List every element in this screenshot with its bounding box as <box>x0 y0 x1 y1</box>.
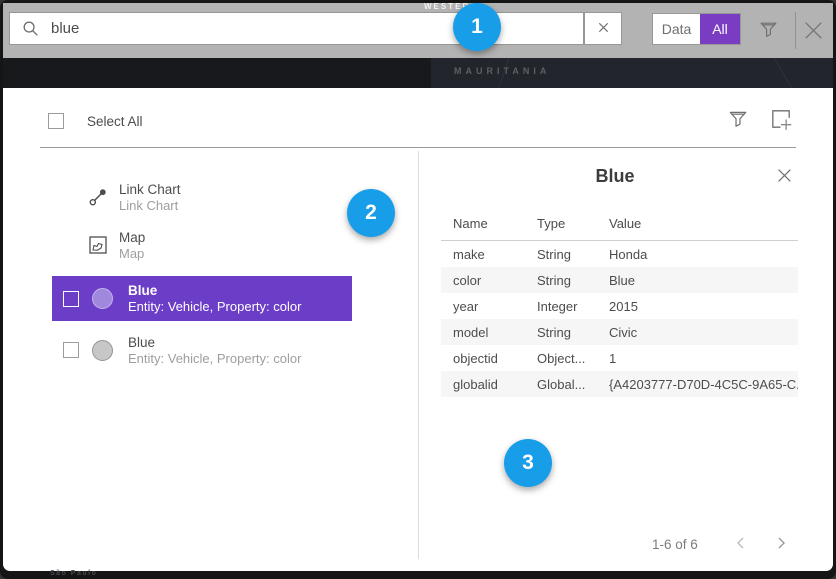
result-row-blue-selected[interactable]: Blue Entity: Vehicle, Property: color <box>52 276 352 321</box>
app-window: WESTER Data All <box>0 0 836 579</box>
cell-type: Global... <box>537 377 609 392</box>
search-toolbar: WESTER Data All <box>3 3 833 58</box>
table-row: color String Blue <box>441 267 798 293</box>
search-filter-button[interactable] <box>756 19 780 43</box>
table-row: model String Civic <box>441 319 798 345</box>
cell-type: String <box>537 273 609 288</box>
map-icon <box>88 236 108 254</box>
column-header-value: Value <box>609 216 798 231</box>
cell-name: color <box>453 273 537 288</box>
pagination-previous-button[interactable] <box>734 536 748 552</box>
clear-x-icon <box>597 21 610 37</box>
cell-value: 2015 <box>609 299 798 314</box>
entity-circle-icon <box>92 288 113 309</box>
details-title: Blue <box>433 166 797 187</box>
result-row-map[interactable]: Map Map <box>88 226 145 264</box>
chevron-left-icon <box>735 536 746 553</box>
cell-type: String <box>537 325 609 340</box>
cell-name: make <box>453 247 537 262</box>
result-text: Blue Entity: Vehicle, Property: color <box>128 282 301 315</box>
cell-name: objectid <box>453 351 537 366</box>
cell-name: model <box>453 325 537 340</box>
pagination-range-label: 1-6 of 6 <box>652 537 698 552</box>
cell-type: Object... <box>537 351 609 366</box>
map-label-sao-paulo: São Paulo <box>50 570 97 577</box>
result-row-blue[interactable]: Blue Entity: Vehicle, Property: color <box>52 328 352 372</box>
details-close-button[interactable] <box>773 166 795 188</box>
cell-value: Honda <box>609 247 798 262</box>
pagination-next-button[interactable] <box>775 536 789 552</box>
toggle-option-all[interactable]: All <box>700 14 740 44</box>
filter-funnel-icon <box>727 108 749 133</box>
result-checkbox[interactable] <box>63 342 79 358</box>
result-title: Blue <box>128 334 301 351</box>
entity-circle-icon <box>92 340 113 361</box>
result-checkbox[interactable] <box>63 291 79 307</box>
cell-value: Blue <box>609 273 798 288</box>
callout-badge-2: 2 <box>347 189 395 237</box>
result-subtitle: Entity: Vehicle, Property: color <box>128 299 301 315</box>
cell-value: {A4203777-D70D-4C5C-9A65-C... <box>609 377 798 392</box>
toggle-option-data[interactable]: Data <box>653 14 700 44</box>
close-search-button[interactable] <box>800 18 827 45</box>
close-x-icon <box>800 17 827 47</box>
result-subtitle: Entity: Vehicle, Property: color <box>128 351 301 367</box>
result-text: Blue Entity: Vehicle, Property: color <box>128 334 301 367</box>
column-header-type: Type <box>537 216 609 231</box>
add-box-plus-icon <box>769 107 793 134</box>
cell-type: Integer <box>537 299 609 314</box>
list-details-divider <box>418 151 419 559</box>
filter-funnel-icon <box>758 19 779 43</box>
map-background: MAURITANIA <box>3 58 833 88</box>
table-row: year Integer 2015 <box>441 293 798 319</box>
column-header-name: Name <box>453 216 537 231</box>
result-title: Map <box>119 229 145 246</box>
toolbar-divider <box>795 12 796 49</box>
data-all-toggle: Data All <box>652 13 741 45</box>
close-x-icon <box>776 167 793 187</box>
add-selection-button[interactable] <box>768 107 794 133</box>
map-label-mauritania: MAURITANIA <box>454 66 550 76</box>
chevron-right-icon <box>776 536 787 553</box>
search-results-panel: Select All Link Chart Link Chart <box>3 88 833 571</box>
cell-value: 1 <box>609 351 798 366</box>
select-all-checkbox[interactable] <box>48 113 64 129</box>
table-row: make String Honda <box>441 241 798 267</box>
result-subtitle: Map <box>119 246 145 262</box>
table-row: globalid Global... {A4203777-D70D-4C5C-9… <box>441 371 798 397</box>
callout-badge-3: 3 <box>504 439 552 487</box>
cell-value: Civic <box>609 325 798 340</box>
search-input[interactable] <box>49 19 583 38</box>
callout-badge-1: 1 <box>453 3 501 51</box>
search-icon <box>22 20 39 37</box>
result-text: Link Chart Link Chart <box>119 181 181 214</box>
result-row-link-chart[interactable]: Link Chart Link Chart <box>88 178 181 216</box>
result-title: Link Chart <box>119 181 181 198</box>
results-filter-button[interactable] <box>725 108 750 133</box>
result-text: Map Map <box>119 229 145 262</box>
clear-search-button[interactable] <box>584 12 622 45</box>
header-divider <box>40 147 796 148</box>
pagination: 1-6 of 6 <box>652 536 816 552</box>
link-chart-icon <box>88 187 108 207</box>
select-all-label: Select All <box>87 114 143 129</box>
cell-name: globalid <box>453 377 537 392</box>
table-row: objectid Object... 1 <box>441 345 798 371</box>
table-header: Name Type Value <box>441 216 798 241</box>
attributes-table: Name Type Value make String Honda color … <box>441 216 798 397</box>
cell-name: year <box>453 299 537 314</box>
result-title: Blue <box>128 282 301 299</box>
result-subtitle: Link Chart <box>119 198 181 214</box>
cell-type: String <box>537 247 609 262</box>
